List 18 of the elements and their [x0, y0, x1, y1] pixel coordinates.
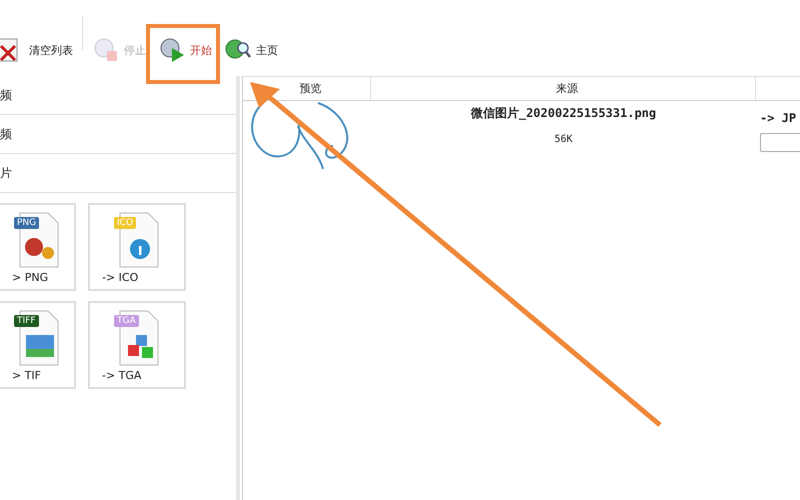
category-item[interactable]: 频 [0, 115, 236, 154]
category-item[interactable]: 频 [0, 76, 236, 115]
format-label: -> ICO [101, 271, 138, 284]
format-tile[interactable]: TGA -> TGA [88, 301, 186, 389]
toolbar-button[interactable]: 开始 [155, 34, 215, 66]
format-tile[interactable]: ICO -> ICO [88, 203, 186, 291]
format-tile[interactable]: PNG > PNG [0, 203, 76, 291]
output-format: -> JP [760, 111, 798, 125]
format-tile[interactable]: TIFF > TIF [0, 301, 76, 389]
file-name: 微信图片_20200225155331.png [470, 105, 656, 122]
column-header[interactable]: 来源 [371, 77, 756, 100]
toolbar-button[interactable]: 主页 [221, 34, 281, 66]
format-label: > TIF [11, 369, 42, 382]
toolbar-button[interactable]: 清空列表 [0, 34, 76, 66]
file-size: 56K [554, 134, 573, 145]
format-label: > PNG [11, 271, 48, 284]
category-item[interactable]: 片 [0, 154, 236, 193]
format-label: -> TGA [101, 369, 142, 382]
